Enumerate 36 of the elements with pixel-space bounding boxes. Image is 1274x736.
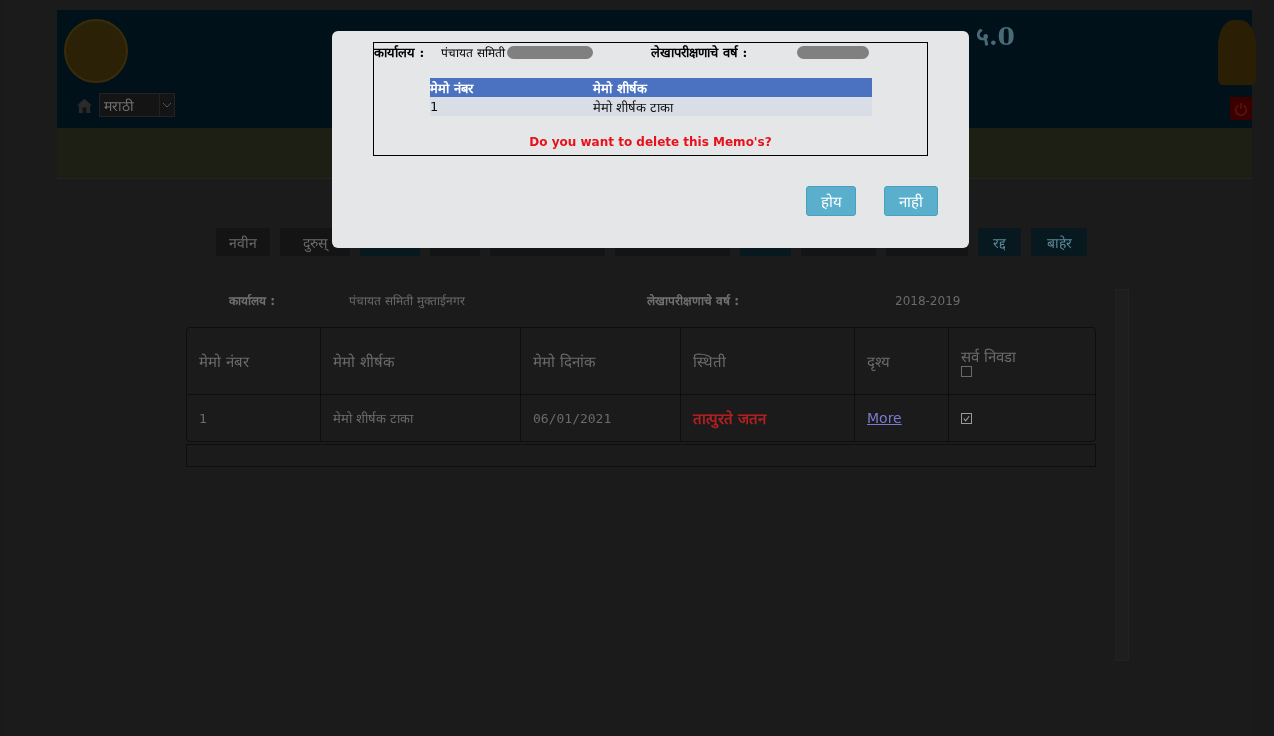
table-cell-text: मेमो शीर्षक टाका xyxy=(593,98,674,116)
confirm-message: Do you want to delete this Memo's? xyxy=(528,135,773,149)
column-header: मेमो नंबर xyxy=(430,79,475,97)
column-header: मेमो नंबर xyxy=(199,352,249,371)
column-header: मेमो शीर्षक xyxy=(593,79,647,97)
table-cell-text: 1 xyxy=(430,99,440,114)
column-header: मेमो शीर्षक xyxy=(333,352,395,371)
column-header: सर्व निवडा xyxy=(961,346,1016,366)
toolbar-button[interactable]: नवीन xyxy=(216,228,270,256)
table-cell-text: मेमो शीर्षक टाका xyxy=(333,410,414,427)
table-cell: 1 xyxy=(199,410,208,426)
office-label: कार्यालय : xyxy=(229,293,276,309)
more-link[interactable]: More xyxy=(867,410,902,426)
checkbox[interactable] xyxy=(961,412,972,424)
table-cell: 06/01/2021 xyxy=(533,410,612,426)
status-text: तात्पुरते जतन xyxy=(693,409,767,428)
toolbar-button[interactable]: बाहेर xyxy=(1031,228,1087,256)
office-value: पंचायत समिती xyxy=(441,44,506,61)
column-header: स्थिती xyxy=(693,352,726,371)
office-value: पंचायत समिती मुक्ताईनगर xyxy=(349,293,466,309)
checkbox[interactable] xyxy=(961,365,972,377)
column-header: मेमो दिनांक xyxy=(533,352,596,371)
emblem-icon xyxy=(1218,20,1256,85)
column-header: दृश्य xyxy=(867,352,890,371)
year-label: लेखापरीक्षणाचे वर्ष : xyxy=(647,293,741,309)
caret-icon xyxy=(162,102,172,108)
no-button[interactable]: नाही xyxy=(884,186,938,216)
year-value: 2018-2019 xyxy=(895,293,961,308)
site-title: ५.0 xyxy=(975,21,1015,53)
toolbar-button[interactable]: रद्द xyxy=(978,228,1021,256)
power-button[interactable] xyxy=(1230,97,1252,120)
power-icon xyxy=(1234,101,1248,116)
language-select[interactable]: मराठी xyxy=(99,93,175,117)
office-label: कार्यालय : xyxy=(374,44,425,61)
yes-button[interactable]: होय xyxy=(806,186,856,216)
year-label: लेखापरीक्षणाचे वर्ष : xyxy=(651,44,748,61)
